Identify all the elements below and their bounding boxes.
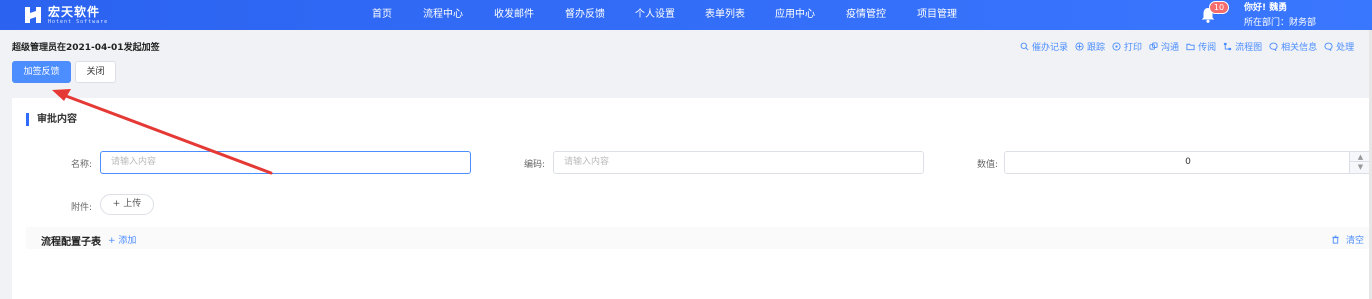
subtable-title: 流程配置子表 — [41, 237, 101, 248]
addsign-feedback-button[interactable]: 加签反馈 — [12, 61, 71, 83]
flowchart-icon — [1223, 42, 1232, 51]
number-stepper[interactable]: ▲ ▼ — [1349, 152, 1371, 173]
code-input[interactable]: 请输入内容 — [553, 151, 924, 174]
chat-icon — [1269, 42, 1278, 51]
toolbar-circulate[interactable]: 传阅 — [1186, 40, 1216, 53]
trash-icon — [1332, 235, 1339, 244]
increment-icon[interactable]: ▲ — [1350, 152, 1371, 162]
app-logo[interactable]: 宏天软件 Hotent Software — [24, 3, 108, 27]
page-title: 超级管理员在2021-04-01发起加签 — [12, 43, 160, 53]
name-label: 名称: — [70, 160, 92, 170]
nav-project-management[interactable]: 项目管理 — [902, 0, 972, 30]
toolbar-track[interactable]: 跟踪 — [1075, 40, 1105, 53]
logo-title: 宏天软件 — [48, 4, 101, 19]
nav-personal-settings[interactable]: 个人设置 — [620, 0, 690, 30]
chat-icon — [1324, 42, 1333, 51]
nav-app-center[interactable]: 应用中心 — [760, 0, 830, 30]
approval-card: 审批内容 名称: 请输入内容 编码: 请输入内容 数值: 0 ▲ ▼ 附件: +… — [12, 98, 1372, 299]
nav-home[interactable]: 首页 — [356, 0, 408, 30]
logo-subtitle: Hotent Software — [48, 18, 109, 25]
toolbar-related-info[interactable]: 相关信息 — [1269, 40, 1317, 53]
toolbar-label: 传阅 — [1198, 43, 1217, 53]
nav-form-list[interactable]: 表单列表 — [690, 0, 760, 30]
action-toolbar: 催办记录 跟踪 打印 沟通 传阅 流程图 相关信息 处理 — [1020, 40, 1361, 53]
subtable-header: 流程配置子表 + 添加 清空 — [26, 227, 1372, 249]
top-navbar: 宏天软件 Hotent Software 首页 流程中心 收发邮件 督办反馈 个… — [0, 0, 1372, 30]
user-department: 所在部门：财务部 — [1244, 18, 1317, 28]
subtable-clear-button[interactable]: 清空 — [1331, 233, 1364, 246]
value-number-input[interactable]: 0 ▲ ▼ — [1004, 151, 1372, 174]
name-input[interactable]: 请输入内容 — [100, 151, 471, 174]
toolbar-print[interactable]: 打印 — [1112, 40, 1142, 53]
attachment-label: 附件: — [70, 203, 92, 213]
nav-epidemic-control[interactable]: 疫情管控 — [830, 0, 902, 30]
section-title: 审批内容 — [26, 113, 77, 126]
toolbar-handle[interactable]: 处理 — [1324, 40, 1354, 53]
toolbar-label: 沟通 — [1161, 43, 1180, 53]
toolbar-urge-records[interactable]: 催办记录 — [1020, 40, 1068, 53]
user-info[interactable]: 你好! 魏勇 所在部门：财务部 — [1244, 1, 1316, 30]
print-icon — [1112, 42, 1121, 51]
track-icon — [1075, 42, 1084, 51]
decrement-icon[interactable]: ▼ — [1350, 162, 1371, 172]
nav-mail[interactable]: 收发邮件 — [478, 0, 550, 30]
upload-button[interactable]: + 上传 — [100, 194, 154, 215]
toolbar-label: 相关信息 — [1281, 43, 1318, 53]
toolbar-label: 催办记录 — [1032, 43, 1069, 53]
folder-icon — [1186, 43, 1195, 51]
search-icon — [1020, 42, 1029, 51]
nav-process-center[interactable]: 流程中心 — [408, 0, 478, 30]
notification-count-badge: 10 — [1209, 1, 1229, 14]
toolbar-label: 打印 — [1124, 43, 1143, 53]
toolbar-label: 处理 — [1336, 43, 1355, 53]
logo-text: 宏天软件 Hotent Software — [48, 6, 108, 25]
hotent-logo-icon — [25, 7, 41, 23]
code-label: 编码: — [523, 160, 545, 170]
value-number: 0 — [1185, 157, 1191, 167]
link-icon — [1149, 42, 1158, 50]
user-greeting: 你好! 魏勇 — [1244, 3, 1288, 13]
toolbar-flowchart[interactable]: 流程图 — [1223, 40, 1262, 53]
nav-supervise-feedback[interactable]: 督办反馈 — [550, 0, 620, 30]
value-label: 数值: — [976, 160, 998, 170]
close-button[interactable]: 关闭 — [75, 61, 116, 83]
clear-label: 清空 — [1345, 236, 1364, 246]
subtable-add-button[interactable]: + 添加 — [108, 233, 136, 246]
main-nav: 首页 流程中心 收发邮件 督办反馈 个人设置 表单列表 应用中心 疫情管控 项目… — [356, 0, 972, 30]
toolbar-communicate[interactable]: 沟通 — [1149, 40, 1179, 53]
toolbar-label: 流程图 — [1235, 43, 1263, 53]
toolbar-label: 跟踪 — [1087, 43, 1106, 53]
